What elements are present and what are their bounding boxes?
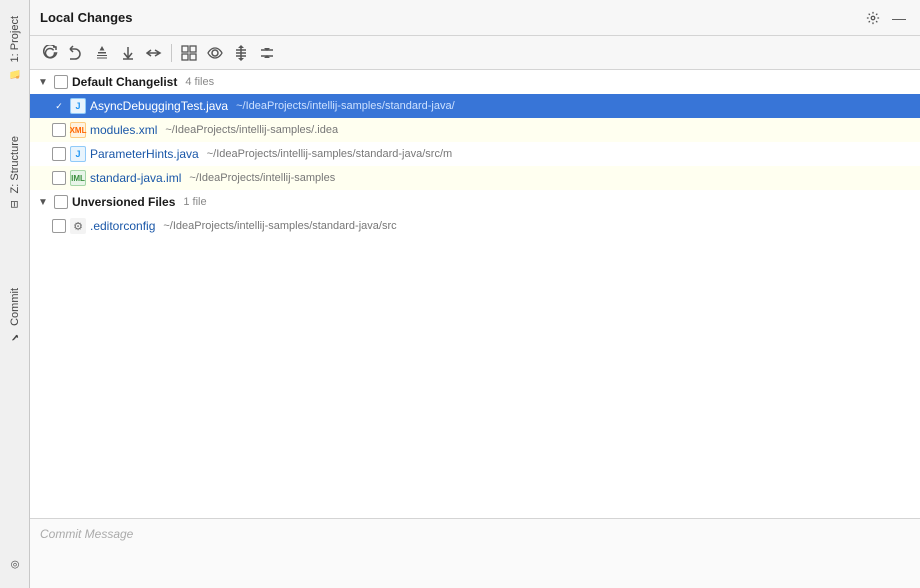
update-icon — [120, 45, 136, 61]
revert-icon — [68, 45, 84, 61]
bottom-icon: ◎ — [8, 558, 22, 572]
file-editorconfig-name: .editorconfig — [90, 219, 155, 233]
expand-default-arrow[interactable] — [36, 75, 50, 89]
toolbar-sep-1 — [171, 44, 172, 62]
panel-title: Local Changes — [40, 10, 132, 25]
structure-icon: ⊟ — [8, 198, 22, 212]
view-button[interactable] — [203, 41, 227, 65]
file-editorconfig-checkbox[interactable] — [52, 219, 66, 233]
minimize-icon: — — [892, 10, 906, 26]
file-parameterhints-path: ~/IdeaProjects/intellij-samples/standard… — [207, 148, 452, 160]
revert-button[interactable] — [64, 41, 88, 65]
view-icon — [207, 45, 223, 61]
title-actions: — — [862, 7, 910, 29]
file-asyncdebugging-path: ~/IdeaProjects/intellij-samples/standard… — [236, 100, 455, 112]
file-editorconfig-path: ~/IdeaProjects/intellij-samples/standard… — [163, 220, 396, 232]
commit-message-placeholder: Commit Message — [40, 527, 133, 541]
move-button[interactable] — [142, 41, 166, 65]
main-panel: Local Changes — — [30, 0, 920, 588]
changelist-unversioned-header[interactable]: Unversioned Files 1 file — [30, 190, 920, 214]
changelist-default-header[interactable]: Default Changelist 4 files — [30, 70, 920, 94]
file-iml-path: ~/IdeaProjects/intellij-samples — [189, 172, 335, 184]
shelve-button[interactable] — [90, 41, 114, 65]
expand-all-icon — [233, 45, 249, 61]
sidebar-tab-project[interactable]: 📁 1: Project — [4, 8, 26, 88]
move-icon — [146, 45, 162, 61]
changelist-unversioned-count: 1 file — [183, 196, 206, 208]
collapse-all-button[interactable] — [255, 41, 279, 65]
expand-unversioned-arrow[interactable] — [36, 195, 50, 209]
title-bar: Local Changes — — [30, 0, 920, 36]
file-modules-path: ~/IdeaProjects/intellij-samples/.idea — [165, 124, 338, 136]
file-parameterhints-icon: J — [70, 146, 86, 162]
toolbar — [30, 36, 920, 70]
group-button[interactable] — [177, 41, 201, 65]
changelist-unversioned-checkbox[interactable] — [54, 195, 68, 209]
sidebar-tab-commit[interactable]: ✔ Commit — [4, 280, 26, 352]
changelist-default-label: Default Changelist — [72, 75, 177, 89]
file-asyncdebugging-icon: J — [70, 98, 86, 114]
changelist-default-count: 4 files — [185, 76, 214, 88]
refresh-icon — [42, 45, 58, 61]
file-parameterhints-checkbox[interactable] — [52, 147, 66, 161]
file-modules-icon: XML — [70, 122, 86, 138]
settings-button[interactable] — [862, 7, 884, 29]
project-icon: 📁 — [8, 66, 22, 80]
minimize-button[interactable]: — — [888, 7, 910, 29]
shelve-icon — [94, 45, 110, 61]
file-row-parameterhints[interactable]: J ParameterHints.java ~/IdeaProjects/int… — [30, 142, 920, 166]
collapse-all-icon — [259, 45, 275, 61]
commit-icon: ✔ — [8, 330, 22, 344]
settings-icon — [866, 10, 880, 26]
sidebar-tabs: 📁 1: Project ⊟ Z: Structure ✔ Commit ◎ — [0, 0, 30, 588]
commit-message-area[interactable]: Commit Message — [30, 518, 920, 588]
sidebar-tab-structure-label: Z: Structure — [9, 136, 21, 193]
expand-all-button[interactable] — [229, 41, 253, 65]
sidebar-tab-project-label: 1: Project — [9, 16, 21, 62]
file-asyncdebugging-name: AsyncDebuggingTest.java — [90, 99, 228, 113]
file-asyncdebugging-checkbox[interactable] — [52, 99, 66, 113]
file-row-standard-iml[interactable]: IML standard-java.iml ~/IdeaProjects/int… — [30, 166, 920, 190]
sidebar-tab-bottom[interactable]: ◎ — [4, 550, 26, 580]
file-iml-icon: IML — [70, 170, 86, 186]
file-modules-name: modules.xml — [90, 123, 157, 137]
file-editorconfig-icon: ⚙ — [70, 218, 86, 234]
file-row-editorconfig[interactable]: ⚙ .editorconfig ~/IdeaProjects/intellij-… — [30, 214, 920, 238]
file-row-modules-xml[interactable]: XML modules.xml ~/IdeaProjects/intellij-… — [30, 118, 920, 142]
update-button[interactable] — [116, 41, 140, 65]
changelist-default-checkbox[interactable] — [54, 75, 68, 89]
sidebar-tab-structure[interactable]: ⊟ Z: Structure — [4, 128, 26, 219]
file-iml-name: standard-java.iml — [90, 171, 181, 185]
file-row-asyncdebugging[interactable]: J AsyncDebuggingTest.java ~/IdeaProjects… — [30, 94, 920, 118]
group-icon — [181, 45, 197, 61]
sidebar-tab-commit-label: Commit — [9, 288, 21, 326]
file-modules-checkbox[interactable] — [52, 123, 66, 137]
file-iml-checkbox[interactable] — [52, 171, 66, 185]
file-tree: Default Changelist 4 files J AsyncDebugg… — [30, 70, 920, 518]
refresh-button[interactable] — [38, 41, 62, 65]
changelist-unversioned-label: Unversioned Files — [72, 195, 175, 209]
file-parameterhints-name: ParameterHints.java — [90, 147, 199, 161]
